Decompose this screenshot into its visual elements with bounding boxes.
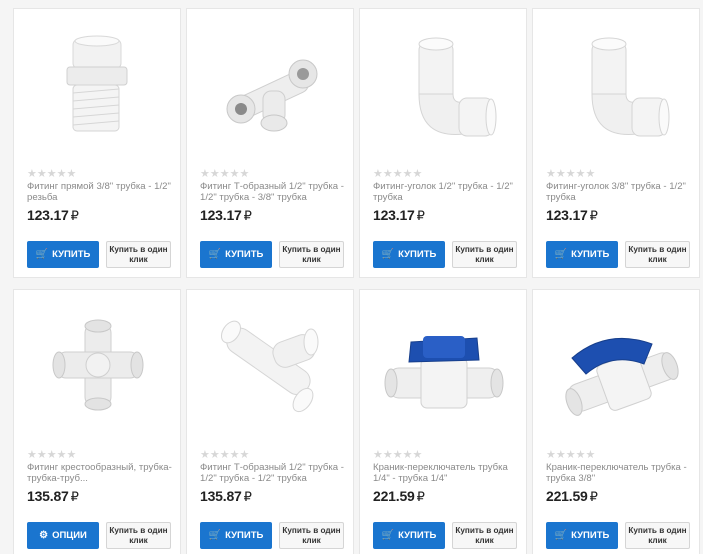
product-image[interactable]	[533, 290, 701, 440]
product-image[interactable]	[533, 9, 701, 159]
currency-symbol: ₽	[416, 489, 425, 504]
elbow-fitting-icon	[418, 37, 497, 137]
rating-stars: ★★★★★	[27, 168, 77, 180]
currency-symbol: ₽	[589, 489, 598, 504]
cart-icon: 🛒	[381, 530, 395, 541]
product-price: 135.87 ₽	[200, 488, 252, 505]
options-button-label: ОПЦИИ	[52, 530, 87, 541]
product-image[interactable]	[360, 9, 528, 159]
valve-fitting-icon	[384, 336, 504, 409]
product-image[interactable]	[14, 9, 182, 159]
product-title[interactable]: Фитинг-уголок 3/8" трубка - 1/2" трубка	[546, 181, 696, 205]
currency-symbol: ₽	[243, 208, 252, 223]
product-price: 221.59 ₽	[373, 488, 425, 505]
product-card[interactable]: ★★★★★ Фитинг Т-образный 1/2" трубка - 1/…	[186, 8, 354, 278]
product-title[interactable]: Фитинг Т-образный 1/2" трубка - 1/2" тру…	[200, 462, 350, 486]
product-title[interactable]: Краник-переключатель трубка - трубка 3/8…	[546, 462, 696, 486]
buy-button[interactable]: 🛒 КУПИТЬ	[200, 522, 272, 549]
product-image[interactable]	[187, 290, 355, 440]
one-click-buy-button[interactable]: Купить в один клик	[106, 522, 171, 549]
cart-icon: 🛒	[208, 249, 222, 260]
one-click-buy-button[interactable]: Купить в один клик	[106, 241, 171, 268]
buy-button-label: КУПИТЬ	[571, 530, 610, 541]
buy-button[interactable]: 🛒 КУПИТЬ	[546, 241, 618, 268]
one-click-buy-button[interactable]: Купить в один клик	[452, 522, 517, 549]
one-click-buy-button[interactable]: Купить в один клик	[279, 241, 344, 268]
price-value: 123.17	[27, 207, 69, 223]
buy-button-label: КУПИТЬ	[225, 530, 264, 541]
one-click-buy-button[interactable]: Купить в один клик	[625, 522, 690, 549]
cart-icon: 🛒	[554, 530, 568, 541]
product-title[interactable]: Фитинг Т-образный 1/2" трубка - 1/2" тру…	[200, 181, 350, 205]
rating-stars: ★★★★★	[200, 168, 250, 180]
tee-fitting-icon	[220, 320, 319, 412]
price-value: 123.17	[200, 207, 242, 223]
straight-fitting-icon	[66, 35, 128, 132]
product-card[interactable]: ★★★★★ Фитинг крестообразный, трубка-труб…	[13, 289, 181, 554]
product-card[interactable]: ★★★★★ Фитинг прямой 3/8" трубка - 1/2" р…	[13, 8, 181, 278]
cross-fitting-icon	[52, 319, 144, 411]
cart-icon: 🛒	[381, 249, 395, 260]
options-button[interactable]: ⚙ ОПЦИИ	[27, 522, 99, 549]
product-image[interactable]	[14, 290, 182, 440]
product-title[interactable]: Краник-переключатель трубка 1/4" - трубк…	[373, 462, 523, 486]
cart-icon: 🛒	[35, 249, 49, 260]
one-click-buy-button[interactable]: Купить в один клик	[452, 241, 517, 268]
currency-symbol: ₽	[589, 208, 598, 223]
gear-icon: ⚙	[39, 530, 49, 541]
tee-fitting-icon	[226, 59, 318, 132]
product-price: 221.59 ₽	[546, 488, 598, 505]
price-value: 221.59	[546, 488, 588, 504]
product-price: 135.87 ₽	[27, 488, 79, 505]
elbow-fitting-icon	[591, 37, 670, 137]
product-card[interactable]: ★★★★★ Фитинг-уголок 1/2" трубка - 1/2" т…	[359, 8, 527, 278]
product-price: 123.17 ₽	[200, 207, 252, 224]
rating-stars: ★★★★★	[373, 449, 423, 461]
buy-button-label: КУПИТЬ	[225, 249, 264, 260]
product-title[interactable]: Фитинг крестообразный, трубка-трубка-тру…	[27, 462, 177, 486]
product-card[interactable]: ★★★★★ Краник-переключатель трубка - труб…	[532, 289, 700, 554]
buy-button[interactable]: 🛒 КУПИТЬ	[373, 522, 445, 549]
product-image[interactable]	[360, 290, 528, 440]
rating-stars: ★★★★★	[200, 449, 250, 461]
buy-button[interactable]: 🛒 КУПИТЬ	[546, 522, 618, 549]
buy-button[interactable]: 🛒 КУПИТЬ	[27, 241, 99, 268]
currency-symbol: ₽	[416, 208, 425, 223]
product-title[interactable]: Фитинг прямой 3/8" трубка - 1/2" резьба	[27, 181, 177, 205]
price-value: 221.59	[373, 488, 415, 504]
rating-stars: ★★★★★	[373, 168, 423, 180]
buy-button[interactable]: 🛒 КУПИТЬ	[200, 241, 272, 268]
price-value: 135.87	[200, 488, 242, 504]
buy-button-label: КУПИТЬ	[398, 530, 437, 541]
one-click-buy-button[interactable]: Купить в один клик	[625, 241, 690, 268]
buy-button-label: КУПИТЬ	[398, 249, 437, 260]
product-card[interactable]: ★★★★★ Краник-переключатель трубка 1/4" -…	[359, 289, 527, 554]
price-value: 135.87	[27, 488, 69, 504]
price-value: 123.17	[546, 207, 588, 223]
product-card[interactable]: ★★★★★ Фитинг Т-образный 1/2" трубка - 1/…	[186, 289, 354, 554]
currency-symbol: ₽	[70, 208, 79, 223]
product-title[interactable]: Фитинг-уголок 1/2" трубка - 1/2" трубка	[373, 181, 523, 205]
buy-button-label: КУПИТЬ	[571, 249, 610, 260]
currency-symbol: ₽	[243, 489, 252, 504]
rating-stars: ★★★★★	[27, 449, 77, 461]
currency-symbol: ₽	[70, 489, 79, 504]
product-price: 123.17 ₽	[27, 207, 79, 224]
valve-fitting-icon	[565, 337, 679, 416]
cart-icon: 🛒	[554, 249, 568, 260]
rating-stars: ★★★★★	[546, 449, 596, 461]
buy-button-label: КУПИТЬ	[52, 249, 91, 260]
buy-button[interactable]: 🛒 КУПИТЬ	[373, 241, 445, 268]
cart-icon: 🛒	[208, 530, 222, 541]
price-value: 123.17	[373, 207, 415, 223]
product-image[interactable]	[187, 9, 355, 159]
product-price: 123.17 ₽	[546, 207, 598, 224]
rating-stars: ★★★★★	[546, 168, 596, 180]
one-click-buy-button[interactable]: Купить в один клик	[279, 522, 344, 549]
product-price: 123.17 ₽	[373, 207, 425, 224]
product-card[interactable]: ★★★★★ Фитинг-уголок 3/8" трубка - 1/2" т…	[532, 8, 700, 278]
